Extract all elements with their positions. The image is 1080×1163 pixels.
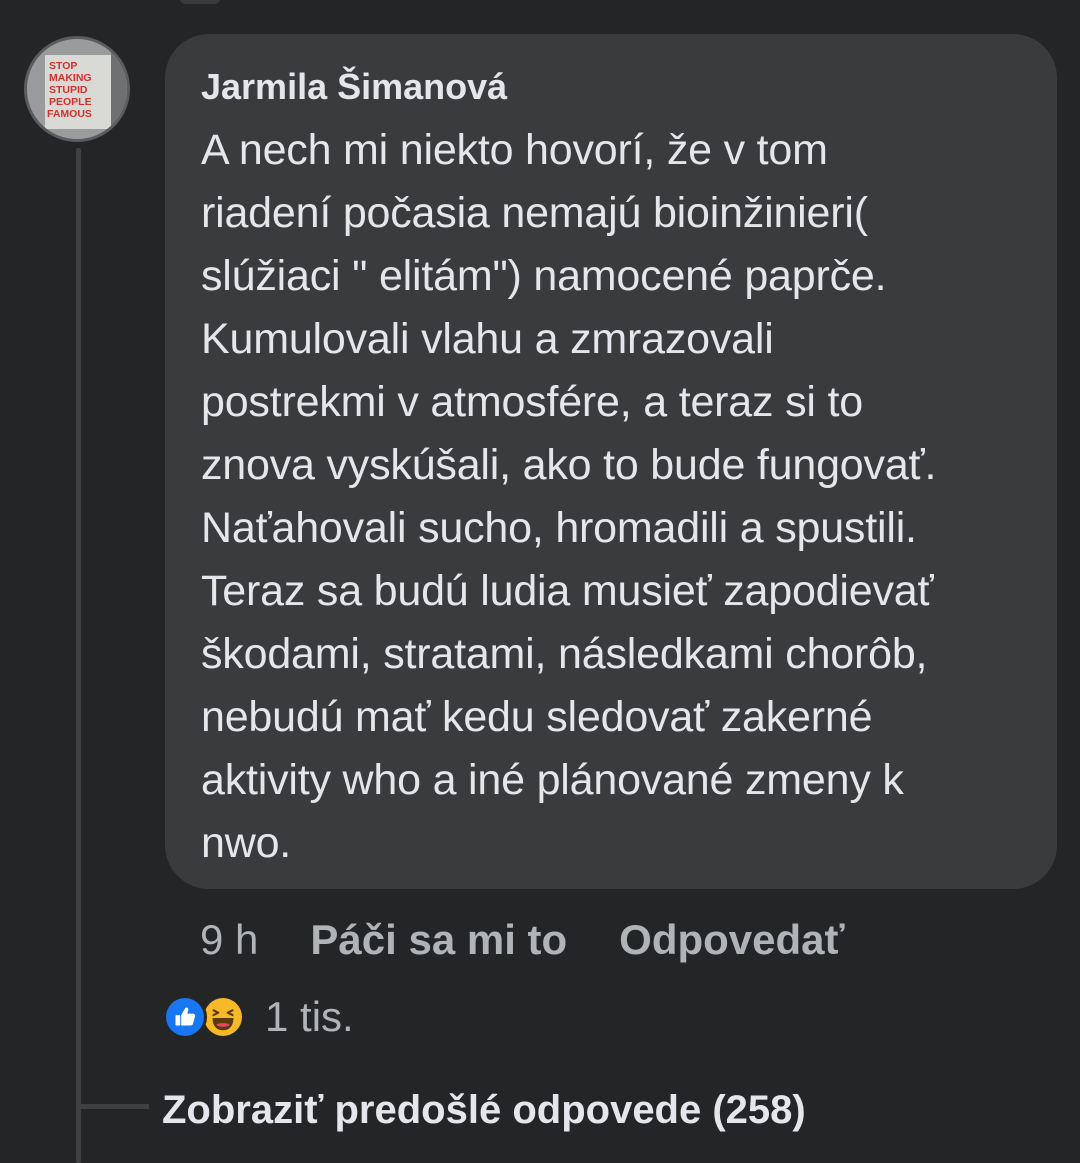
show-previous-replies-link[interactable]: Zobraziť predošlé odpovede (258): [162, 1082, 806, 1138]
reactions-summary[interactable]: 1 tis.: [163, 992, 354, 1042]
comment-timestamp[interactable]: 9 h: [200, 916, 258, 964]
avatar-text-line-5: FAMOUS: [47, 108, 92, 120]
reaction-count: 1 tis.: [265, 993, 354, 1040]
avatar-image: STOP MAKING STUPID PEOPLE FAMOUS: [27, 39, 127, 139]
avatar-text-line-3: STUPID: [49, 84, 88, 96]
avatar[interactable]: STOP MAKING STUPID PEOPLE FAMOUS: [24, 36, 130, 142]
thread-line: [76, 148, 81, 1163]
haha-icon: [201, 995, 245, 1039]
comment-text: A nech mi niekto hovorí, že v tom riaden…: [201, 126, 937, 867]
comment-actions: 9 h Páči sa mi to Odpovedať: [200, 912, 845, 968]
comment-author[interactable]: Jarmila Šimanová: [201, 65, 1037, 109]
previous-comment-edge: [180, 0, 220, 4]
avatar-text-line-1: STOP: [49, 60, 77, 72]
like-button[interactable]: Páči sa mi to: [310, 916, 567, 964]
thread-connector: [81, 1104, 149, 1109]
reply-button[interactable]: Odpovedať: [619, 916, 844, 964]
like-icon: [163, 995, 207, 1039]
avatar-text-line-4: PEOPLE: [49, 96, 92, 108]
avatar-text-line-2: MAKING: [49, 72, 92, 84]
comment-bubble: Jarmila Šimanová A nech mi niekto hovorí…: [165, 34, 1057, 889]
